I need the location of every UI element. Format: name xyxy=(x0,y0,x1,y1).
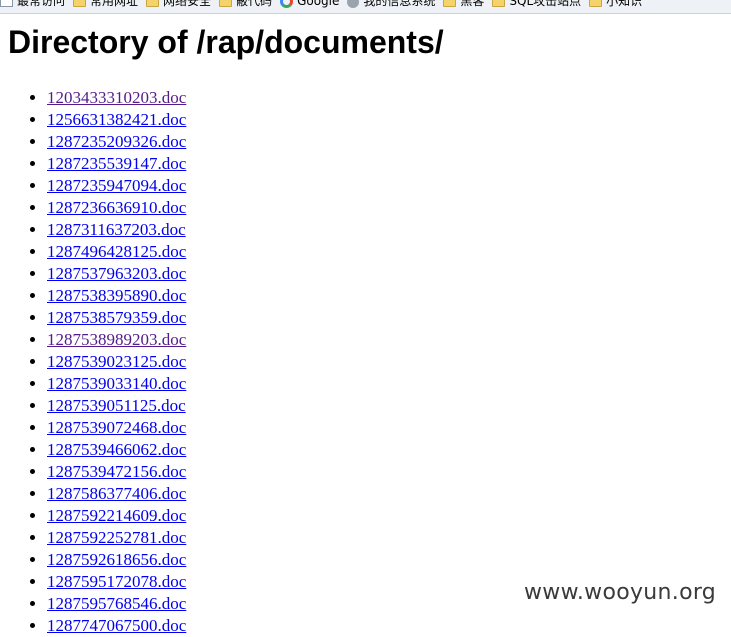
list-item: 1256631382421.doc xyxy=(47,109,186,131)
list-item: 1287592618656.doc xyxy=(47,549,186,571)
file-link[interactable]: 1287747067500.doc xyxy=(47,616,186,635)
folder-icon xyxy=(589,0,603,7)
folder-icon xyxy=(146,0,160,7)
file-link[interactable]: 1287539466062.doc xyxy=(47,440,186,459)
google-icon xyxy=(280,0,294,8)
bookmarks-bar: 最常访问 常用网址 网络安全 蔽代码 Google 我的信息系统 黑客 SQL攻击站点 小知识 xyxy=(0,0,731,14)
bookmark-label: 黑客 xyxy=(460,0,485,8)
list-item: 1287539072468.doc xyxy=(47,417,186,439)
file-link[interactable]: 1287595172078.doc xyxy=(47,572,186,591)
bookmark-label: 小知识 xyxy=(606,0,643,8)
bookmark-item[interactable]: SQL攻击站点 xyxy=(492,0,581,7)
file-link[interactable]: 1287311637203.doc xyxy=(47,220,186,239)
list-item: 1287747067500.doc xyxy=(47,615,186,637)
list-item: 1287537963203.doc xyxy=(47,263,186,285)
file-link[interactable]: 1287496428125.doc xyxy=(47,242,186,261)
list-item: 1287539466062.doc xyxy=(47,439,186,461)
list-item: 1287235539147.doc xyxy=(47,153,186,175)
file-link[interactable]: 1287592214609.doc xyxy=(47,506,186,525)
file-link[interactable]: 1287539023125.doc xyxy=(47,352,186,371)
list-item: 1287538579359.doc xyxy=(47,307,186,329)
folder-icon xyxy=(219,0,233,7)
bookmark-item[interactable]: 最常访问 xyxy=(0,0,65,7)
list-item: 1287538395890.doc xyxy=(47,285,186,307)
list-item: 1287595172078.doc xyxy=(47,571,186,593)
file-link[interactable]: 1287538395890.doc xyxy=(47,286,186,305)
file-link[interactable]: 1287539033140.doc xyxy=(47,374,186,393)
file-link[interactable]: 1287592618656.doc xyxy=(47,550,186,569)
folder-icon xyxy=(492,0,506,7)
file-link[interactable]: 1287539051125.doc xyxy=(47,396,186,415)
globe-icon xyxy=(347,0,360,8)
file-link[interactable]: 1287586377406.doc xyxy=(47,484,186,503)
file-link[interactable]: 1287592252781.doc xyxy=(47,528,186,547)
list-item: 1287235947094.doc xyxy=(47,175,186,197)
list-item: 1287592214609.doc xyxy=(47,505,186,527)
list-item: 1287539033140.doc xyxy=(47,373,186,395)
folder-icon xyxy=(443,0,457,7)
bookmark-label: 常用网址 xyxy=(90,0,139,8)
bookmark-item[interactable]: 蔽代码 xyxy=(219,0,272,7)
list-item: 1287539472156.doc xyxy=(47,461,186,483)
watermark: www.wooyun.org xyxy=(524,580,717,605)
list-item: 1287236636910.doc xyxy=(47,197,186,219)
bookmark-item[interactable]: 常用网址 xyxy=(73,0,138,7)
file-link[interactable]: 1287539472156.doc xyxy=(47,462,186,481)
file-link[interactable]: 1287538579359.doc xyxy=(47,308,186,327)
file-link[interactable]: 1203433310203.doc xyxy=(47,88,186,107)
page-title: Directory of /rap/documents/ xyxy=(8,24,444,60)
list-item: 1287235209326.doc xyxy=(47,131,186,153)
bookmark-label: 网络安全 xyxy=(163,0,212,8)
file-link[interactable]: 1287235539147.doc xyxy=(47,154,186,173)
list-item: 1287595768546.doc xyxy=(47,593,186,615)
list-item: 1287311637203.doc xyxy=(47,219,186,241)
file-link[interactable]: 1287538989203.doc xyxy=(47,330,186,349)
list-item: 1287539051125.doc xyxy=(47,395,186,417)
file-link[interactable]: 1287539072468.doc xyxy=(47,418,186,437)
bookmark-item[interactable]: 小知识 xyxy=(589,0,642,7)
bookmark-item[interactable]: 黑客 xyxy=(443,0,484,7)
page-icon xyxy=(0,0,13,7)
list-item: 1203433310203.doc xyxy=(47,87,186,109)
bookmark-label: 我的信息系统 xyxy=(363,0,436,8)
list-item: 1287592252781.doc xyxy=(47,527,186,549)
file-link[interactable]: 1287537963203.doc xyxy=(47,264,186,283)
bookmark-label: 蔽代码 xyxy=(236,0,273,8)
file-link[interactable]: 1287235947094.doc xyxy=(47,176,186,195)
bookmark-label: 最常访问 xyxy=(17,0,66,8)
list-item: 1287539023125.doc xyxy=(47,351,186,373)
bookmark-label: Google xyxy=(297,0,340,8)
file-link[interactable]: 1287235209326.doc xyxy=(47,132,186,151)
file-link[interactable]: 1287595768546.doc xyxy=(47,594,186,613)
list-item: 1287496428125.doc xyxy=(47,241,186,263)
bookmark-item[interactable]: 网络安全 xyxy=(146,0,211,7)
file-link[interactable]: 1287236636910.doc xyxy=(47,198,186,217)
list-item: 1287586377406.doc xyxy=(47,483,186,505)
bookmark-label: SQL攻击站点 xyxy=(509,0,582,8)
list-item: 1287538989203.doc xyxy=(47,329,186,351)
file-list: 1203433310203.doc 1256631382421.doc 128723… xyxy=(0,87,186,637)
file-link[interactable]: 1256631382421.doc xyxy=(47,110,186,129)
bookmark-item[interactable]: 我的信息系统 xyxy=(347,0,435,8)
bookmark-item[interactable]: Google xyxy=(280,0,339,8)
folder-icon xyxy=(73,0,87,7)
